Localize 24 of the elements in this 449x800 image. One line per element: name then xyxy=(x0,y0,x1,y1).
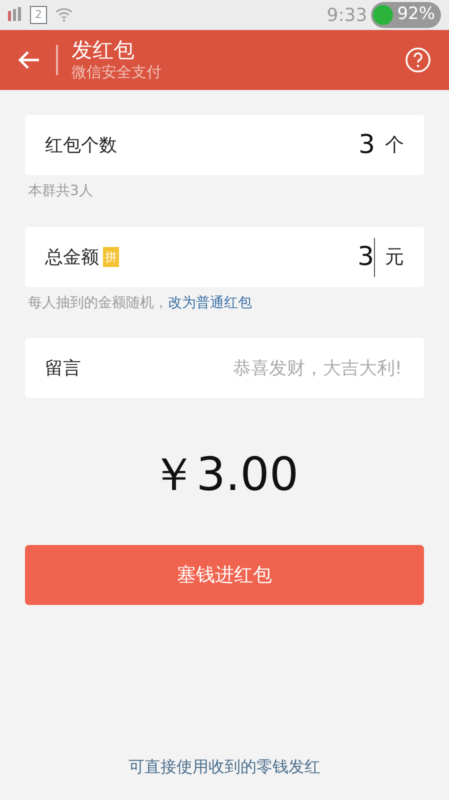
tag-badge: 拼 xyxy=(103,247,119,267)
battery-indicator: 92% xyxy=(371,2,441,28)
hint-text: 本群共3人 xyxy=(28,183,93,199)
message-input[interactable]: 恭喜发财，大吉大利! xyxy=(184,354,404,382)
sim-icon: 2 xyxy=(30,6,47,24)
amount-field[interactable]: 3 xyxy=(301,238,375,276)
hint-text: 每人抽到的金额随机， xyxy=(28,295,168,311)
field-label: 红包个数 xyxy=(45,134,117,158)
field-label: 总金额 xyxy=(45,246,99,270)
unit-label: 元 xyxy=(385,244,404,270)
help-icon[interactable] xyxy=(405,47,431,73)
status-time: 9:33 xyxy=(326,4,368,28)
count-field[interactable]: 3 xyxy=(315,126,375,164)
message-label: 留言 xyxy=(45,356,81,380)
link[interactable]: 改为普通红包 xyxy=(168,295,252,311)
signal-icon xyxy=(8,7,22,23)
unit-label: 个 xyxy=(385,132,404,158)
wifi-icon xyxy=(55,8,73,22)
message-field[interactable]: 留言 恭喜发财，大吉大利! xyxy=(25,338,424,398)
page-subtitle: 微信安全支付 xyxy=(72,62,162,81)
page-title: 发红包 xyxy=(72,39,136,63)
total-amount: ￥3.00 xyxy=(150,447,299,501)
footer-text: 可直接使用收到的零钱发红 xyxy=(128,757,320,776)
back-icon[interactable] xyxy=(18,51,40,69)
